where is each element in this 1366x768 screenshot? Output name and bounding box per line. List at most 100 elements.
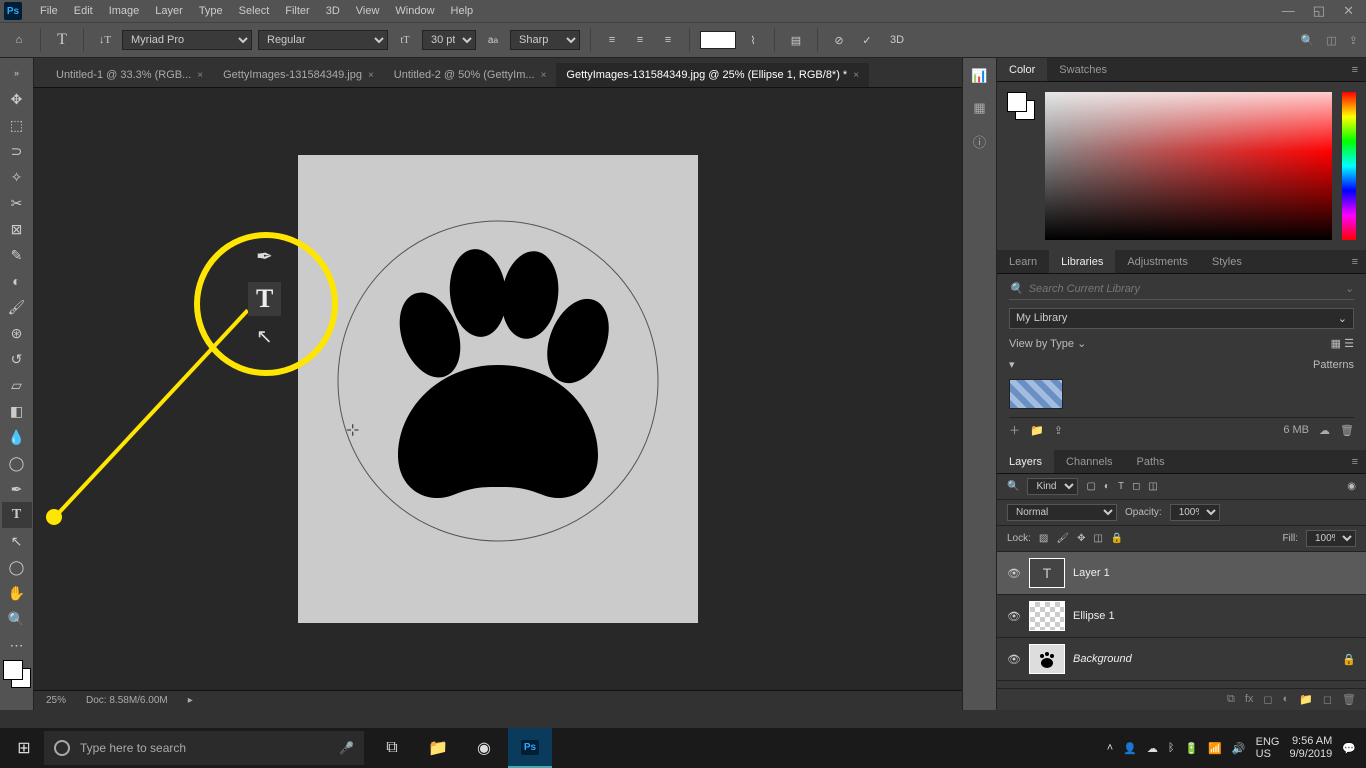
view-by-toggle[interactable]: View by Type ⌄	[1009, 337, 1086, 350]
filter-pixel-icon[interactable]: ▢	[1086, 481, 1095, 492]
menu-type[interactable]: Type	[191, 5, 231, 17]
stamp-tool-icon[interactable]: ⊛	[2, 320, 32, 346]
home-icon[interactable]: ⌂	[8, 29, 30, 51]
history-brush-tool-icon[interactable]: ↺	[2, 346, 32, 372]
font-size-select[interactable]: 30 pt	[422, 30, 476, 50]
workspace-icon[interactable]: ◫	[1326, 34, 1336, 47]
layer-name[interactable]: Layer 1	[1073, 567, 1110, 579]
chrome-icon[interactable]: ◉	[462, 728, 506, 768]
lock-position-icon[interactable]: ✥	[1077, 533, 1085, 544]
fg-bg-color-icon[interactable]	[2, 658, 32, 690]
adjustment-layer-icon[interactable]: ◐	[1283, 693, 1290, 706]
commit-icon[interactable]: ✓	[856, 29, 878, 51]
add-icon[interactable]: ＋	[1009, 422, 1020, 438]
battery-icon[interactable]: 🔋	[1185, 742, 1199, 755]
minimize-icon[interactable]: ―	[1282, 3, 1295, 19]
doc-tab-3[interactable]: GettyImages-131584349.jpg @ 25% (Ellipse…	[556, 63, 869, 87]
grid-view-icon[interactable]: ▦	[1331, 338, 1341, 350]
visibility-icon[interactable]: 👁	[1007, 653, 1021, 666]
fill-input[interactable]: 100%	[1306, 530, 1356, 547]
color-panel[interactable]	[997, 82, 1366, 250]
eraser-tool-icon[interactable]: ▱	[2, 372, 32, 398]
adjustments-panel-icon[interactable]: 📊	[971, 68, 987, 84]
zoom-tool-icon[interactable]: 🔍	[2, 606, 32, 632]
visibility-icon[interactable]: 👁	[1007, 610, 1021, 623]
text-color-swatch[interactable]	[700, 31, 736, 49]
3d-button[interactable]: 3D	[890, 34, 904, 46]
close-tab-icon[interactable]: ×	[197, 70, 203, 81]
channels-tab[interactable]: Channels	[1054, 450, 1124, 473]
new-layer-icon[interactable]: ◻	[1323, 693, 1332, 706]
list-view-icon[interactable]: ☰	[1344, 338, 1354, 350]
canvas[interactable]: ⊹	[298, 155, 698, 623]
layer-row[interactable]: 👁 T Layer 1	[997, 552, 1366, 595]
libraries-tab[interactable]: Libraries	[1049, 250, 1115, 273]
align-left-icon[interactable]: ≡	[601, 29, 623, 51]
trash-icon[interactable]: 🗑	[1340, 424, 1354, 437]
swatches-tab[interactable]: Swatches	[1047, 58, 1119, 81]
blend-mode-select[interactable]: Normal	[1007, 504, 1117, 521]
taskbar-search[interactable]: Type here to search 🎤	[44, 731, 364, 765]
volume-icon[interactable]: 🔊	[1232, 742, 1246, 755]
cloud-icon[interactable]: ☁	[1319, 424, 1330, 437]
library-select[interactable]: My Library⌄	[1009, 308, 1354, 329]
layer-row[interactable]: 👁 Background 🔒	[997, 638, 1366, 681]
search-icon[interactable]: 🔍	[1301, 34, 1315, 47]
adjustments-tab[interactable]: Adjustments	[1115, 250, 1200, 273]
layer-filter-select[interactable]: Kind	[1027, 478, 1078, 495]
color-tab[interactable]: Color	[997, 58, 1047, 81]
menu-layer[interactable]: Layer	[147, 5, 191, 17]
file-explorer-icon[interactable]: 📁	[416, 728, 460, 768]
folder-icon[interactable]: 📁	[1030, 424, 1044, 437]
magic-wand-tool-icon[interactable]: ✧	[2, 164, 32, 190]
layer-thumbnail[interactable]	[1029, 644, 1065, 674]
mic-icon[interactable]: 🎤	[339, 741, 354, 755]
close-tab-icon[interactable]: ×	[368, 70, 374, 81]
onedrive-icon[interactable]: ☁	[1147, 742, 1158, 755]
lasso-tool-icon[interactable]: ⊃	[2, 138, 32, 164]
path-selection-tool-icon[interactable]: ↖	[2, 528, 32, 554]
paths-tab[interactable]: Paths	[1125, 450, 1177, 473]
filter-type-icon[interactable]: T	[1118, 481, 1124, 492]
menu-file[interactable]: File	[32, 5, 66, 17]
panel-menu-icon[interactable]: ≡	[1344, 64, 1366, 76]
visibility-icon[interactable]: 👁	[1007, 567, 1021, 580]
align-center-icon[interactable]: ≡	[629, 29, 651, 51]
trash-icon[interactable]: 🗑	[1342, 693, 1356, 706]
toolbar-menu-icon[interactable]: ⋯	[2, 632, 32, 658]
wifi-icon[interactable]: 📶	[1208, 742, 1222, 755]
menu-help[interactable]: Help	[443, 5, 482, 17]
pen-tool-icon[interactable]: ✒	[2, 476, 32, 502]
close-tab-icon[interactable]: ×	[853, 70, 859, 81]
hand-tool-icon[interactable]: ✋	[2, 580, 32, 606]
orientation-icon[interactable]: ↓T	[94, 29, 116, 51]
layer-thumbnail[interactable]: T	[1029, 558, 1065, 588]
lock-transparent-icon[interactable]: ▨	[1039, 533, 1048, 544]
doc-tab-2[interactable]: Untitled-2 @ 50% (GettyIm...×	[384, 63, 557, 87]
eyedropper-tool-icon[interactable]: ✎	[2, 242, 32, 268]
status-arrow-icon[interactable]: ▸	[188, 695, 193, 706]
start-button[interactable]: ⊞	[4, 728, 44, 768]
photoshop-taskbar-icon[interactable]: Ps	[508, 728, 552, 768]
task-view-icon[interactable]: ⧉	[370, 728, 414, 768]
menu-select[interactable]: Select	[231, 5, 278, 17]
patterns-section-toggle[interactable]: ▾ Patterns	[1009, 358, 1354, 371]
healing-tool-icon[interactable]: ◐	[2, 268, 32, 294]
menu-image[interactable]: Image	[101, 5, 148, 17]
layer-name[interactable]: Background	[1073, 653, 1132, 665]
marquee-tool-icon[interactable]: ⬚	[2, 112, 32, 138]
styles-tab[interactable]: Styles	[1200, 250, 1254, 273]
layer-row[interactable]: 👁 Ellipse 1	[997, 595, 1366, 638]
align-right-icon[interactable]: ≡	[657, 29, 679, 51]
fg-bg-swatch[interactable]	[1007, 92, 1035, 120]
doc-tab-1[interactable]: GettyImages-131584349.jpg×	[213, 63, 384, 87]
font-style-select[interactable]: Regular	[258, 30, 388, 50]
pattern-thumbnail[interactable]	[1009, 379, 1063, 409]
info-panel-icon[interactable]: ⓘ	[973, 132, 986, 151]
lock-all-icon[interactable]: 🔒	[1111, 533, 1123, 544]
menu-window[interactable]: Window	[387, 5, 442, 17]
zoom-value[interactable]: 25%	[46, 695, 66, 706]
character-panel-icon[interactable]: ▤	[785, 29, 807, 51]
menu-edit[interactable]: Edit	[66, 5, 101, 17]
upload-icon[interactable]: ⇪	[1054, 424, 1063, 437]
